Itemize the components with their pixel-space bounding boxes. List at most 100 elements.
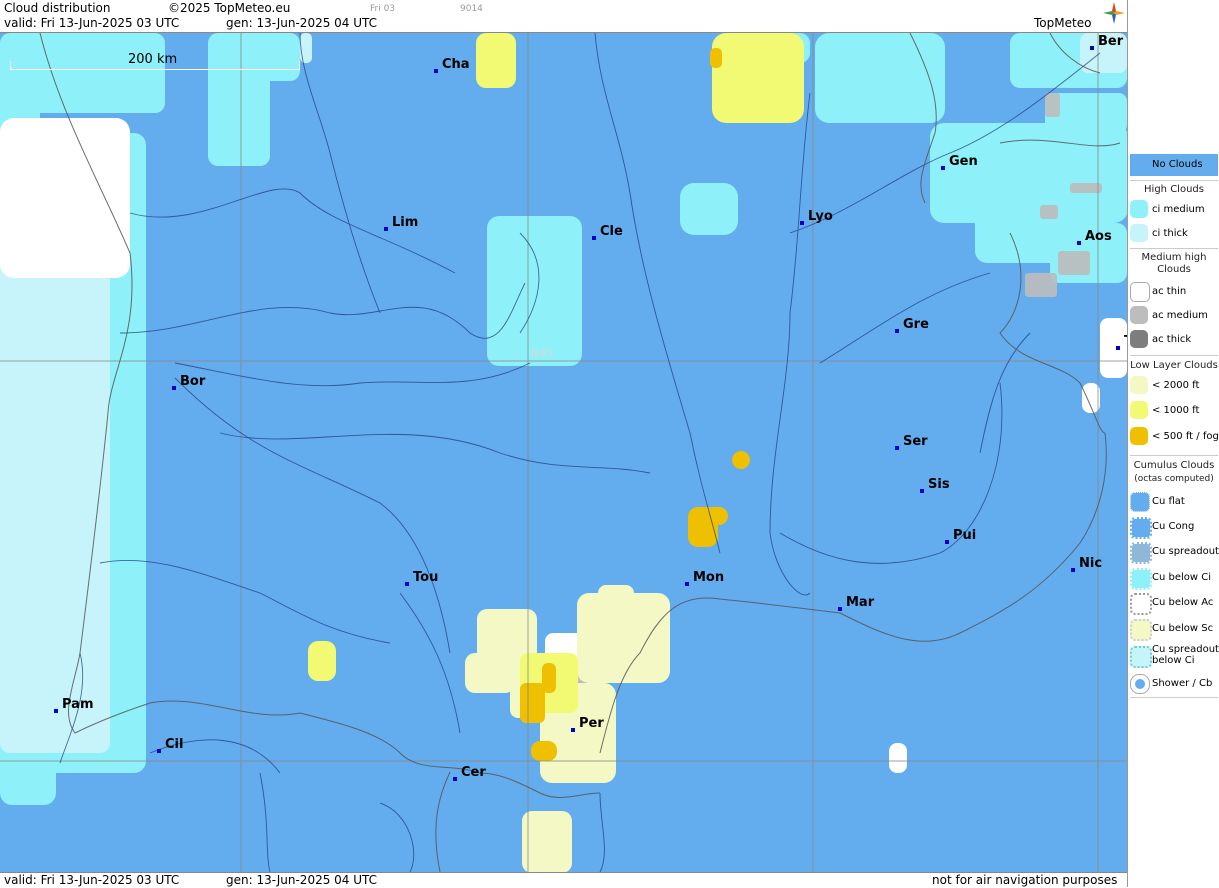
legend-cu-cong: Cu Cong [1128,517,1219,539]
legend-label: Cu spreadout below Ci [1152,644,1219,666]
header-small-code: 9014 [460,4,483,14]
ac-medium-swatch [1130,306,1148,324]
legend-medium-heading: Medium high Clouds [1141,252,1207,275]
scale-label: 200 km [128,52,178,67]
city-marker [945,540,949,544]
city-name: Cil [165,737,184,752]
legend-ac-thick: ac thick [1128,330,1219,350]
city-marker [434,69,438,73]
low-500-swatch [1130,427,1148,445]
low-2000-clouds [465,585,670,872]
city-marker [1090,46,1094,50]
legend-low-500: < 500 ft / fog [1128,427,1219,447]
compass-star-icon [1103,2,1125,24]
legend-ac-medium: ac medium [1128,306,1219,326]
ac-thick-swatch [1130,330,1148,348]
city-marker [800,221,804,225]
low-1000-clouds [308,33,804,713]
legend-label: ci medium [1152,204,1205,215]
city-marker [172,386,176,390]
city-name: Cer [461,765,486,780]
city-marker [1071,568,1075,572]
cu-flat-swatch [1130,492,1150,512]
legend-separator [1130,248,1218,249]
latitude-label: N45 [531,347,554,360]
legend-label: < 500 ft / fog [1152,431,1219,442]
city-name: Aos [1085,229,1112,244]
city-marker [384,227,388,231]
low-2000-swatch [1130,376,1148,394]
city-marker [838,607,842,611]
ac-thin-swatch [1130,282,1150,302]
city-name: Lyo [808,209,833,224]
legend-label: < 1000 ft [1152,405,1200,416]
city-marker [1077,241,1081,245]
legend-separator [1130,355,1218,356]
legend-label: ac thin [1152,286,1187,297]
legend-no-clouds: No Clouds [1128,154,1219,176]
footer-note: not for air navigation purposes [932,873,1118,887]
low-1000-swatch [1130,401,1148,419]
legend-label: ac medium [1152,310,1208,321]
footer-generated-time: gen: 13-Jun-2025 04 UTC [226,873,378,887]
cu-cong-swatch [1130,517,1152,539]
ci-thick-swatch [1130,224,1148,242]
legend-ac-thin: ac thin [1128,282,1219,302]
cloud-map[interactable]: 200 km N45 Cha Ber Gen Lim Cle Lyo Aos G… [0,33,1127,872]
legend-cu-below-ac: Cu below Ac [1128,593,1219,615]
city-marker [592,236,596,240]
legend-separator [1130,697,1218,698]
legend-cu-spread-ci: Cu spreadout below Ci [1128,644,1219,670]
legend-label: Cu below Sc [1152,623,1214,634]
legend-label: Shower / Cb [1152,678,1213,689]
city-name: Tou [413,570,439,585]
legend-label: No Clouds [1152,159,1203,170]
map-header: Cloud distribution ©2025 TopMeteo.eu Fri… [0,0,1127,33]
legend-cu-below-ci: Cu below Ci [1128,568,1219,590]
legend-cu-spread: Cu spreadout [1128,542,1219,564]
legend-ci-thick: ci thick [1128,224,1219,244]
legend-separator [1130,455,1218,456]
cu-below-sc-swatch [1130,619,1152,641]
legend-ci-medium: ci medium [1128,200,1219,220]
city-name: Ber [1098,34,1124,49]
shower-swatch [1130,674,1150,694]
city-name: Sis [928,477,950,492]
logo-text: TopMeteo [1034,16,1092,30]
city-marker [941,166,945,170]
city-marker [453,777,457,781]
city-marker [895,446,899,450]
city-name: Nic [1079,556,1103,571]
city-marker [54,709,58,713]
legend-cu-flat: Cu flat [1128,492,1219,512]
city-name: Cha [442,57,470,72]
legend-shower: Shower / Cb [1128,674,1219,694]
cu-below-ci-swatch [1130,568,1152,590]
cu-spread-ci-swatch [1130,646,1152,668]
legend-cu-below-sc: Cu below Sc [1128,619,1219,641]
city-name: Bor [180,374,206,389]
city-marker [920,489,924,493]
city-marker [895,329,899,333]
legend-label: Cu spreadout [1152,546,1219,557]
city-name: Pui [953,528,977,543]
legend-label: ac thick [1152,334,1192,345]
city-marker [571,728,575,732]
city-name: Lim [392,215,419,230]
legend-label: Cu Cong [1152,521,1195,532]
legend-label: Cu flat [1152,496,1185,507]
city-marker [1116,346,1120,350]
city-name: Mar [846,595,875,610]
footer-valid-time: valid: Fri 13-Jun-2025 03 UTC [4,873,180,887]
legend-cu-subheading: (octas computed) [1134,474,1214,484]
city-name: Gen [949,154,978,169]
city-marker [405,582,409,586]
city-marker [685,582,689,586]
legend-label: Cu below Ac [1152,597,1214,608]
legend-low-heading: Low Layer Clouds [1130,360,1218,371]
city-name: Pam [62,697,94,712]
legend-low-2000: < 2000 ft [1128,376,1219,396]
city-name: Mon [693,570,725,585]
cu-below-ac-swatch [1130,593,1152,615]
cu-spread-swatch [1130,542,1152,564]
